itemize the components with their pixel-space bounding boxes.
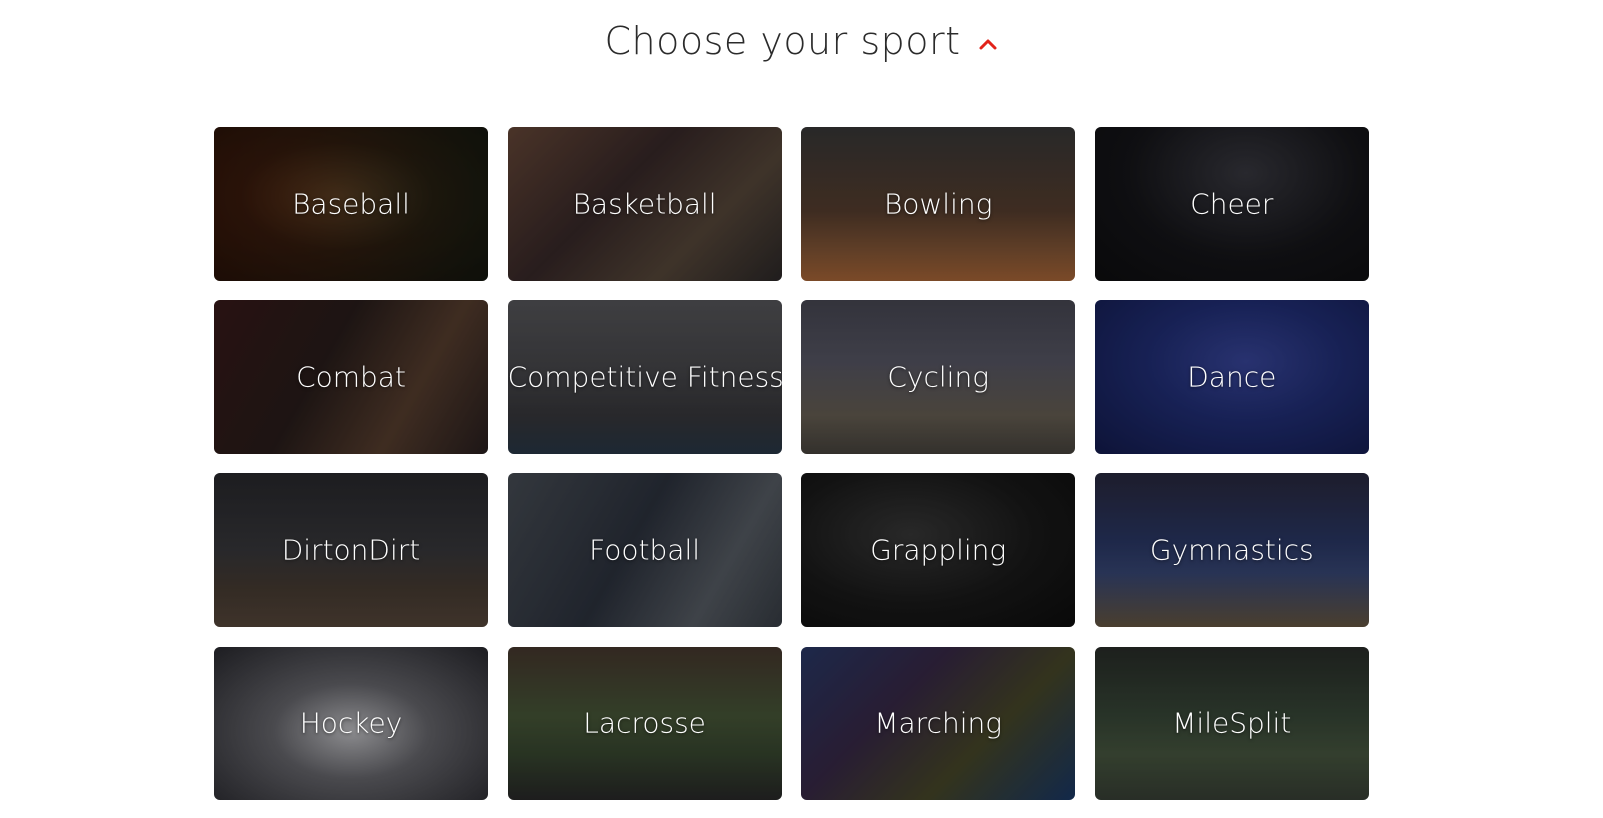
page-title: Choose your sport [604,19,961,63]
sport-tile-combat[interactable]: Combat [214,300,488,454]
sport-tile-label: Bowling [883,187,993,221]
sport-tile-label: Baseball [292,187,410,221]
sport-tile-milesplit[interactable]: MileSplit [1094,646,1369,801]
sport-grid: Baseball Basketball Bowling Cheer Combat… [214,127,1369,801]
sport-tile-label: Combat [296,360,406,394]
sport-tile-label: Hockey [299,706,403,740]
sport-tile-dance[interactable]: Dance [1094,300,1369,454]
sport-tile-label: Competitive Fitness [507,360,782,394]
sport-tile-label: Grappling [870,533,1007,567]
sport-tile-competitive-fitness[interactable]: Competitive Fitness [507,300,782,454]
sport-tile-football[interactable]: Football [507,473,782,627]
sport-picker-header: Choose your sport [0,14,1603,74]
sport-tile-hockey[interactable]: Hockey [214,646,488,801]
sport-tile-label: Football [589,533,701,567]
sport-tile-label: Cheer [1190,187,1274,221]
sport-tile-label: Basketball [572,187,717,221]
sport-tile-label: Cycling [887,360,989,394]
sport-tile-lacrosse[interactable]: Lacrosse [507,646,782,801]
sport-picker-toggle[interactable]: Choose your sport [604,14,998,68]
sport-tile-label: MileSplit [1172,706,1292,740]
sport-tile-label: Dance [1187,360,1277,394]
chevron-up-icon[interactable] [977,33,999,55]
sport-tile-label: Gymnastics [1149,533,1314,567]
sport-tile-dirtondirt[interactable]: DirtonDirt [214,473,488,627]
sport-tile-marching[interactable]: Marching [801,646,1076,801]
sport-tile-baseball[interactable]: Baseball [214,127,488,281]
sport-tile-basketball[interactable]: Basketball [507,127,782,281]
sport-tile-grappling[interactable]: Grappling [801,473,1076,627]
sport-tile-cycling[interactable]: Cycling [801,300,1076,454]
sport-tile-bowling[interactable]: Bowling [801,127,1076,281]
sport-tile-label: DirtonDirt [281,533,421,567]
sport-tile-label: Lacrosse [583,706,706,740]
sport-tile-label: Marching [874,706,1003,740]
sport-tile-gymnastics[interactable]: Gymnastics [1094,473,1369,627]
sport-tile-cheer[interactable]: Cheer [1094,127,1369,281]
sport-picker-page: Choose your sport Baseball Basketball Bo… [0,0,1603,818]
